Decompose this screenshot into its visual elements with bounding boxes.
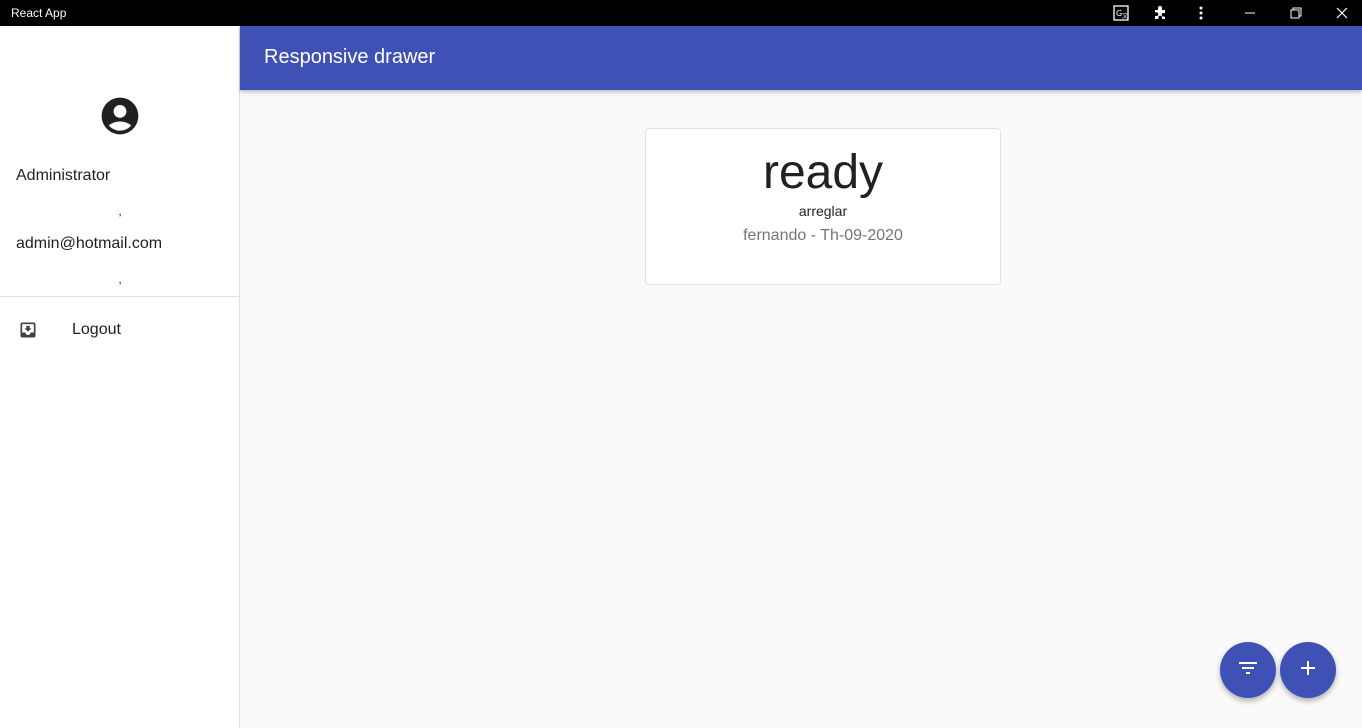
account-circle-icon: [98, 94, 142, 138]
app-bar: Responsive drawer: [240, 26, 1362, 90]
separator: ,: [118, 272, 122, 286]
window-titlebar: React App G文: [0, 0, 1362, 26]
svg-text:文: 文: [1122, 12, 1128, 20]
minimize-icon[interactable]: [1230, 0, 1270, 26]
close-icon[interactable]: [1322, 0, 1362, 26]
separator: ,: [118, 204, 122, 218]
add-icon: [1296, 656, 1320, 685]
logout-label: Logout: [72, 321, 121, 338]
filter-list-icon: [1236, 656, 1260, 685]
extensions-icon[interactable]: [1141, 0, 1181, 26]
logout-icon: [18, 320, 38, 340]
task-card[interactable]: ready arreglar fernando - Th-09-2020: [645, 128, 1001, 285]
card-status: ready: [762, 146, 884, 199]
add-button[interactable]: [1280, 642, 1336, 698]
filter-button[interactable]: [1220, 642, 1276, 698]
restore-icon[interactable]: [1276, 0, 1316, 26]
card-description: arreglar: [798, 203, 848, 219]
card-meta: fernando - Th-09-2020: [743, 227, 903, 244]
window-title: React App: [11, 6, 67, 20]
user-name: Administrator: [16, 167, 111, 184]
translate-icon[interactable]: G文: [1101, 0, 1141, 26]
side-drawer: Administrator , admin@hotmail.com , Logo…: [0, 26, 240, 728]
more-vert-icon[interactable]: [1181, 0, 1221, 26]
page-title: Responsive drawer: [264, 46, 436, 68]
logout-menu-item[interactable]: Logout: [0, 308, 239, 352]
user-email: admin@hotmail.com: [16, 235, 163, 252]
drawer-divider: [0, 296, 239, 297]
